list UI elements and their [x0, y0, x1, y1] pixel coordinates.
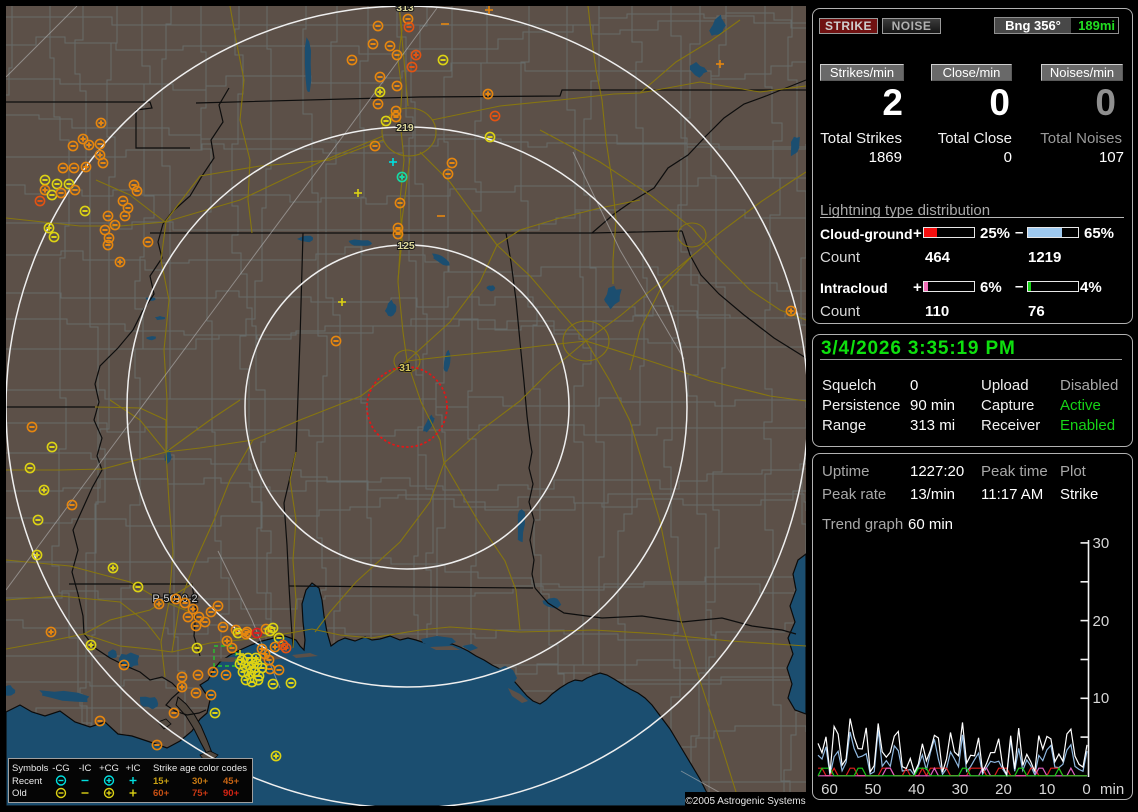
svg-text:Old: Old: [12, 788, 27, 799]
svg-text:50: 50: [865, 781, 882, 798]
svg-text:75+: 75+: [192, 788, 209, 799]
svg-text:40: 40: [908, 781, 925, 798]
svg-text:30: 30: [1093, 535, 1110, 552]
svg-text:min: min: [1100, 781, 1124, 798]
svg-text:219: 219: [396, 122, 414, 134]
svg-text:90+: 90+: [223, 788, 240, 799]
svg-text:-IC: -IC: [79, 763, 92, 774]
svg-text:31: 31: [399, 362, 411, 374]
svg-text:0: 0: [1082, 781, 1090, 798]
svg-text:Recent: Recent: [12, 776, 42, 787]
svg-text:15+: 15+: [153, 776, 170, 787]
svg-text:20: 20: [1093, 613, 1110, 630]
svg-text:60+: 60+: [153, 788, 170, 799]
svg-text:125: 125: [397, 240, 415, 252]
svg-text:30: 30: [952, 781, 969, 798]
svg-text:Strike age color codes: Strike age color codes: [153, 763, 247, 774]
svg-text:-CG: -CG: [52, 763, 69, 774]
svg-text:+IC: +IC: [125, 763, 140, 774]
svg-text:313: 313: [396, 6, 414, 14]
svg-text:10: 10: [1093, 690, 1110, 707]
svg-text:20: 20: [995, 781, 1012, 798]
svg-text:30+: 30+: [192, 776, 209, 787]
svg-text:45+: 45+: [223, 776, 240, 787]
svg-text:+CG: +CG: [99, 763, 119, 774]
svg-text:60: 60: [821, 781, 838, 798]
svg-text:Symbols: Symbols: [12, 763, 49, 774]
svg-text:10: 10: [1039, 781, 1056, 798]
